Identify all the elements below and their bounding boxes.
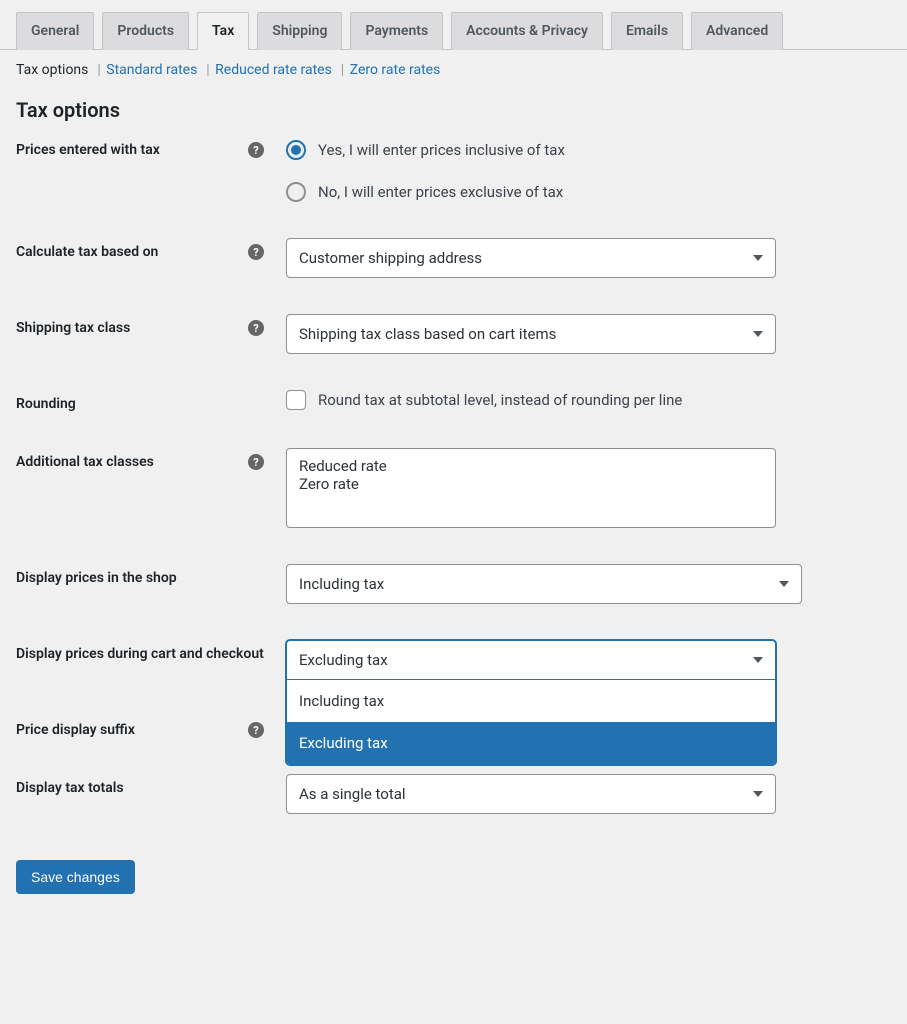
select-value: Shipping tax class based on cart items — [299, 325, 556, 343]
tab-tax[interactable]: Tax — [197, 12, 249, 50]
checkbox-label-rounding: Round tax at subtotal level, instead of … — [318, 391, 682, 409]
select-display-cart[interactable]: Excluding tax — [286, 640, 776, 680]
select-value: As a single total — [299, 785, 406, 803]
tab-advanced[interactable]: Advanced — [691, 12, 783, 50]
label-display-tax-totals: Display tax totals — [16, 780, 286, 796]
section-title: Tax options — [0, 90, 907, 140]
radio-label-exclusive: No, I will enter prices exclusive of tax — [318, 183, 563, 201]
select-calculate-tax[interactable]: Customer shipping address — [286, 238, 776, 278]
label-display-cart: Display prices during cart and checkout — [16, 646, 286, 662]
help-icon[interactable]: ? — [248, 722, 264, 738]
tab-shipping[interactable]: Shipping — [257, 12, 342, 50]
help-icon[interactable]: ? — [248, 142, 264, 158]
tab-products[interactable]: Products — [102, 12, 189, 50]
select-display-tax-totals[interactable]: As a single total — [286, 774, 776, 814]
tab-general[interactable]: General — [16, 12, 94, 50]
subnav-zero-rate-rates[interactable]: Zero rate rates — [350, 62, 441, 78]
chevron-down-icon — [753, 791, 763, 797]
dropdown-display-cart: Including tax Excluding tax — [286, 680, 776, 765]
label-prices-entered: Prices entered with tax — [16, 142, 248, 158]
select-display-shop[interactable]: Including tax — [286, 564, 802, 604]
help-icon[interactable]: ? — [248, 244, 264, 260]
label-rounding: Rounding — [16, 396, 286, 412]
help-icon[interactable]: ? — [248, 320, 264, 336]
select-shipping-tax-class[interactable]: Shipping tax class based on cart items — [286, 314, 776, 354]
radio-label-inclusive: Yes, I will enter prices inclusive of ta… — [318, 141, 565, 159]
label-calculate-tax: Calculate tax based on — [16, 244, 248, 260]
chevron-down-icon — [779, 581, 789, 587]
tab-emails[interactable]: Emails — [611, 12, 683, 50]
label-display-shop: Display prices in the shop — [16, 570, 286, 586]
subnav-tax-options[interactable]: Tax options — [16, 62, 88, 78]
settings-tabs: General Products Tax Shipping Payments A… — [0, 0, 907, 50]
chevron-down-icon — [753, 255, 763, 261]
dropdown-option-excluding[interactable]: Excluding tax — [287, 722, 775, 764]
checkbox-rounding[interactable] — [286, 390, 306, 410]
radio-prices-exclusive[interactable] — [286, 182, 306, 202]
radio-prices-inclusive[interactable] — [286, 140, 306, 160]
tab-accounts-privacy[interactable]: Accounts & Privacy — [451, 12, 603, 50]
subnav-reduced-rate-rates[interactable]: Reduced rate rates — [215, 62, 332, 78]
label-price-suffix: Price display suffix — [16, 722, 248, 738]
chevron-down-icon — [753, 331, 763, 337]
label-shipping-tax-class: Shipping tax class — [16, 320, 248, 336]
textarea-additional-tax-classes[interactable]: Reduced rate Zero rate — [286, 448, 776, 528]
select-value: Including tax — [299, 575, 384, 593]
help-icon[interactable]: ? — [248, 454, 264, 470]
dropdown-option-including[interactable]: Including tax — [287, 680, 775, 722]
tax-subnav: Tax options | Standard rates | Reduced r… — [0, 50, 907, 90]
tab-payments[interactable]: Payments — [350, 12, 443, 50]
save-changes-button[interactable]: Save changes — [16, 860, 135, 894]
subnav-standard-rates[interactable]: Standard rates — [106, 62, 197, 78]
select-value: Excluding tax — [299, 651, 388, 669]
chevron-down-icon — [753, 657, 763, 663]
label-additional-tax-classes: Additional tax classes — [16, 454, 248, 470]
select-value: Customer shipping address — [299, 249, 482, 267]
